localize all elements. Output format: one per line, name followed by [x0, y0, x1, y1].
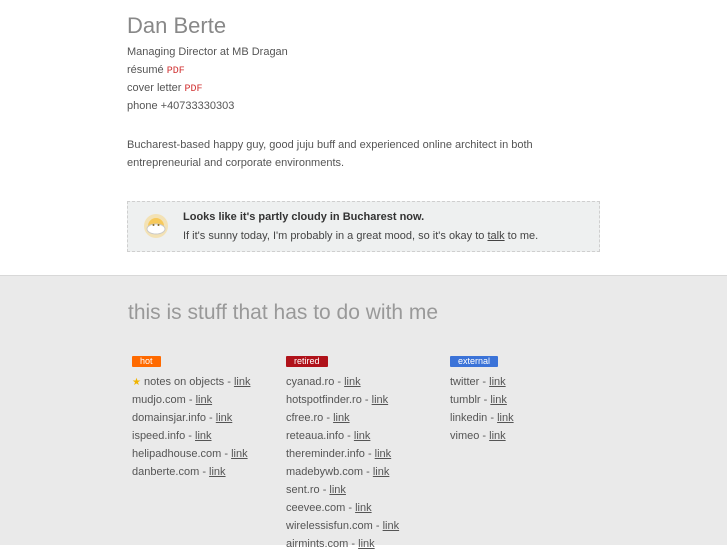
phone-text: phone +40733330303 — [127, 100, 235, 112]
project-link[interactable]: link — [195, 430, 212, 442]
section-title: this is stuff that has to do with me — [128, 301, 439, 324]
list-item: madebywb.com - link — [286, 466, 390, 478]
project-link[interactable]: link — [333, 412, 350, 424]
project-link[interactable]: link — [344, 376, 361, 388]
project-link[interactable]: link — [489, 430, 506, 442]
column-retired: retired cyanad.ro - link hotspotfinder.ro… — [286, 351, 399, 553]
star-icon: ★ — [132, 377, 141, 388]
intro-text: Bucharest-based happy guy, good juju buf… — [127, 139, 533, 169]
list-item: ceevee.com - link — [286, 502, 372, 514]
project-link[interactable]: link — [196, 394, 213, 406]
badge-external: external — [450, 356, 499, 367]
project-link[interactable]: link — [383, 520, 400, 532]
project-name: helipadhouse.com — [132, 448, 222, 460]
project-name: cfree.ro — [286, 412, 324, 424]
list-item: hotspotfinder.ro - link — [286, 394, 389, 406]
resume-label: résumé — [127, 64, 164, 76]
weather-text: If it's sunny today, I'm probably in a g… — [183, 230, 539, 242]
talk-link[interactable]: talk — [487, 230, 504, 242]
list-item: vimeo - link — [450, 430, 506, 442]
list-item: helipadhouse.com - link — [132, 448, 248, 460]
project-name: domainsjar.info — [132, 412, 206, 424]
list-item: wirelessisfun.com - link — [286, 520, 400, 532]
list-item: sent.ro - link — [286, 484, 346, 496]
project-name: twitter — [450, 376, 480, 388]
project-name: danberte.com — [132, 466, 200, 478]
weather-box: Looks like it's partly cloudy in Buchare… — [127, 201, 600, 252]
project-link[interactable]: link — [216, 412, 233, 424]
project-link[interactable]: link — [372, 394, 389, 406]
cover-letter-pdf-link[interactable]: PDF — [184, 84, 202, 95]
project-name: hotspotfinder.ro — [286, 394, 362, 406]
list-item: tumblr - link — [450, 394, 507, 406]
project-link[interactable]: link — [354, 430, 371, 442]
list-item: ★ notes on objects - link — [132, 376, 251, 388]
list-item: domainsjar.info - link — [132, 412, 233, 424]
list-item: thereminder.info - link — [286, 448, 392, 460]
project-name: airmints.com — [286, 538, 349, 550]
project-link[interactable]: link — [358, 538, 375, 550]
column-external: external twitter - link tumblr - link link… — [450, 351, 514, 445]
project-link[interactable]: link — [231, 448, 248, 460]
projects-section: this is stuff that has to do with me hot… — [0, 275, 727, 550]
project-link[interactable]: link — [329, 484, 346, 496]
profile-section: Dan Berte Managing Director at MB Dragan… — [0, 0, 727, 275]
list-item: linkedin - link — [450, 412, 514, 424]
project-link[interactable]: link — [234, 376, 251, 388]
resume-pdf-link[interactable]: PDF — [167, 66, 185, 77]
project-name: linkedin — [450, 412, 488, 424]
badge-hot: hot — [132, 356, 161, 367]
list-item: airmints.com - link — [286, 538, 375, 550]
project-name: thereminder.info — [286, 448, 365, 460]
project-link[interactable]: link — [209, 466, 226, 478]
badge-retired: retired — [286, 356, 328, 367]
role-text: Managing Director at MB Dragan — [127, 46, 288, 58]
project-name: ispeed.info — [132, 430, 186, 442]
project-name: wirelessisfun.com — [286, 520, 373, 532]
partly-cloudy-icon — [144, 214, 168, 238]
list-item: danberte.com - link — [132, 466, 226, 478]
list-item: cfree.ro - link — [286, 412, 350, 424]
project-name: ceevee.com — [286, 502, 346, 514]
project-name: reteaua.info — [286, 430, 345, 442]
list-item: cyanad.ro - link — [286, 376, 361, 388]
column-hot: hot ★ notes on objects - link mudjo.com -… — [132, 351, 250, 481]
page-title: Dan Berte — [127, 13, 227, 38]
list-item: mudjo.com - link — [132, 394, 213, 406]
project-name: notes on objects — [144, 376, 225, 388]
project-name: cyanad.ro — [286, 376, 335, 388]
weather-title: Looks like it's partly cloudy in Buchare… — [183, 211, 425, 223]
project-link[interactable]: link — [355, 502, 372, 514]
project-name: tumblr — [450, 394, 481, 406]
list-item: reteaua.info - link — [286, 430, 371, 442]
project-name: vimeo — [450, 430, 480, 442]
project-name: sent.ro — [286, 484, 320, 496]
project-name: madebywb.com — [286, 466, 364, 478]
project-link[interactable]: link — [497, 412, 514, 424]
project-link[interactable]: link — [490, 394, 507, 406]
project-link[interactable]: link — [489, 376, 506, 388]
project-link[interactable]: link — [373, 466, 390, 478]
project-name: mudjo.com — [132, 394, 186, 406]
cover-letter-label: cover letter — [127, 82, 182, 94]
resume-line: résumé PDF — [127, 64, 185, 77]
project-link[interactable]: link — [375, 448, 392, 460]
list-item: ispeed.info - link — [132, 430, 212, 442]
cover-letter-line: cover letter PDF — [127, 82, 203, 95]
list-item: twitter - link — [450, 376, 506, 388]
